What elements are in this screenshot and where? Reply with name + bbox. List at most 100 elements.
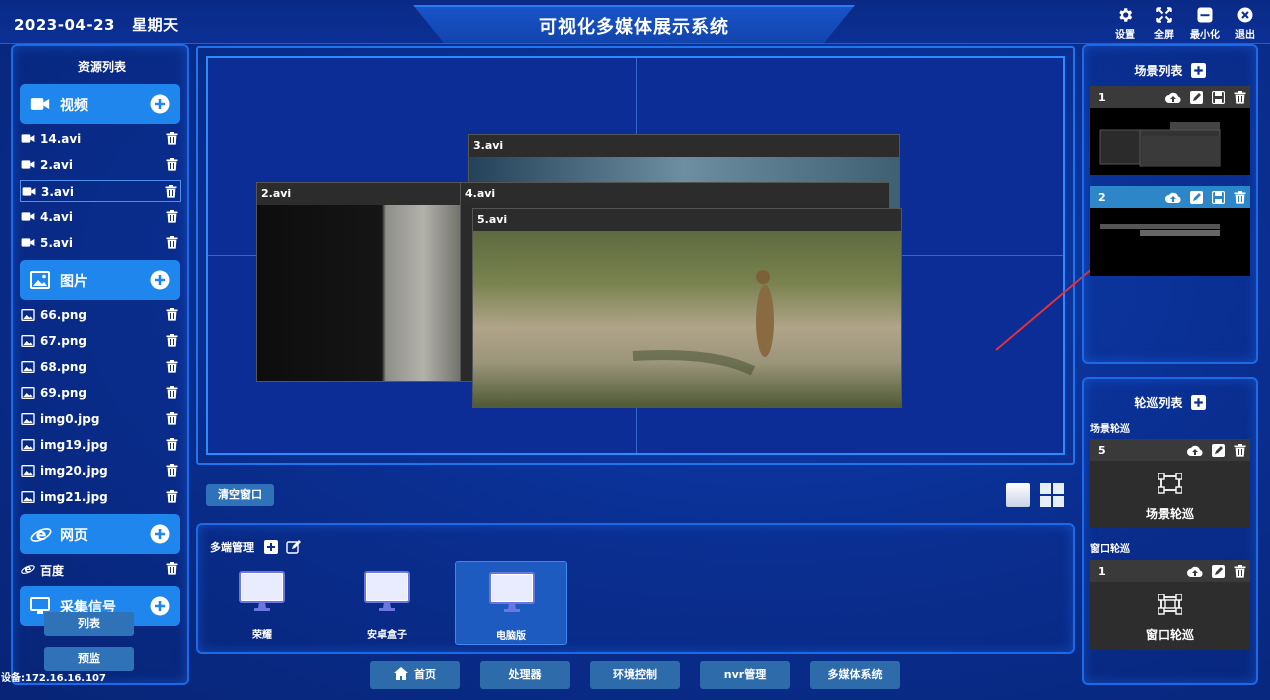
add-terminal-icon[interactable] xyxy=(263,540,278,554)
list-button[interactable]: 列表 xyxy=(44,612,134,636)
delete-icon[interactable] xyxy=(166,334,178,347)
resource-item[interactable]: 69.png xyxy=(20,382,181,404)
nav-processor[interactable]: 处理器 xyxy=(480,661,570,689)
nav-environment[interactable]: 环境控制 xyxy=(590,661,680,689)
resource-item[interactable]: 14.avi xyxy=(20,128,181,150)
resource-item[interactable]: 66.png xyxy=(20,304,181,326)
add-capture-icon[interactable] xyxy=(150,596,170,616)
fullscreen-button[interactable]: 全屏 xyxy=(1144,4,1184,44)
ie-browser-icon: e xyxy=(30,525,52,544)
add-web-icon[interactable] xyxy=(150,524,170,544)
category-image[interactable]: 图片 xyxy=(20,260,180,300)
resource-item[interactable]: img21.jpg xyxy=(20,486,181,508)
layout-single-button[interactable] xyxy=(1006,483,1030,507)
terminal-android-box[interactable]: 安卓盒子 xyxy=(331,561,443,645)
delete-icon[interactable] xyxy=(166,236,178,249)
header-bar: 2023-04-23 星期天 可视化多媒体展示系统 设置 全屏 最小化 退出 xyxy=(0,0,1270,44)
delete-icon[interactable] xyxy=(1234,91,1246,104)
edit-icon[interactable] xyxy=(1189,91,1203,104)
delete-icon[interactable] xyxy=(166,438,178,451)
delete-icon[interactable] xyxy=(1234,444,1246,457)
delete-icon[interactable] xyxy=(166,562,178,575)
scene-card-2[interactable]: 2 xyxy=(1090,186,1250,276)
multi-terminal-panel: 多端管理 荣耀 安卓盒子 电脑版 xyxy=(196,523,1075,654)
delete-icon[interactable] xyxy=(166,412,178,425)
terminal-label: 荣耀 xyxy=(252,630,272,641)
category-web[interactable]: e 网页 xyxy=(20,514,180,554)
resource-item-selected[interactable]: 3.avi xyxy=(20,180,181,202)
save-icon[interactable] xyxy=(1211,91,1225,104)
delete-icon[interactable] xyxy=(166,132,178,145)
edit-icon[interactable] xyxy=(1211,565,1225,578)
tour-list-header: 轮巡列表 xyxy=(1084,394,1256,411)
scene-tour-icon xyxy=(1158,473,1182,494)
edit-icon[interactable] xyxy=(1211,444,1225,457)
delete-icon[interactable] xyxy=(166,360,178,373)
ie-browser-icon: e xyxy=(21,565,35,576)
resource-item[interactable]: 2.avi xyxy=(20,154,181,176)
title-banner: 可视化多媒体展示系统 xyxy=(413,5,855,43)
layout-quad-button[interactable] xyxy=(1040,483,1064,507)
terminal-honor[interactable]: 荣耀 xyxy=(206,561,318,645)
video-window-2[interactable]: 2.avi xyxy=(256,182,466,382)
nav-nvr[interactable]: nvr管理 xyxy=(700,661,790,689)
scene-tour-card[interactable]: 5 场景轮巡 xyxy=(1090,439,1250,528)
terminal-pc[interactable]: 电脑版 xyxy=(455,561,567,645)
resource-item[interactable]: 68.png xyxy=(20,356,181,378)
delete-icon[interactable] xyxy=(166,158,178,171)
device-ip: 设备:172.16.16.107 xyxy=(1,673,106,684)
minimize-button[interactable]: 最小化 xyxy=(1185,4,1225,44)
delete-icon[interactable] xyxy=(166,210,178,223)
cloud-upload-icon[interactable] xyxy=(1186,444,1203,457)
category-video[interactable]: 视频 xyxy=(20,84,180,124)
cloud-upload-icon[interactable] xyxy=(1164,191,1181,204)
display-canvas[interactable]: 3.avi 2.avi 4.avi 5.avi xyxy=(206,56,1065,455)
delete-icon[interactable] xyxy=(1234,191,1246,204)
settings-button[interactable]: 设置 xyxy=(1105,4,1145,44)
resource-item[interactable]: 5.avi xyxy=(20,232,181,254)
image-file-icon xyxy=(21,361,35,373)
monitor-icon xyxy=(364,571,410,611)
resource-list[interactable]: 视频 14.avi 2.avi 3.avi 4.avi 5.avi 图片 66.… xyxy=(13,84,191,648)
save-icon[interactable] xyxy=(1211,191,1225,204)
add-tour-icon[interactable] xyxy=(1190,395,1206,410)
clear-windows-button[interactable]: 清空窗口 xyxy=(206,484,274,506)
video-file-icon xyxy=(21,212,35,221)
delete-icon[interactable] xyxy=(166,490,178,503)
video-window-5[interactable]: 5.avi xyxy=(472,208,902,408)
window-tour-label: 窗口轮巡 xyxy=(1145,628,1194,642)
exit-button[interactable]: 退出 xyxy=(1225,4,1265,44)
cloud-upload-icon[interactable] xyxy=(1186,565,1203,578)
add-image-icon[interactable] xyxy=(150,270,170,290)
tour-card-header: 5 xyxy=(1090,439,1250,461)
delete-icon[interactable] xyxy=(1234,565,1246,578)
delete-icon[interactable] xyxy=(166,464,178,477)
add-video-icon[interactable] xyxy=(150,94,170,114)
delete-icon[interactable] xyxy=(166,386,178,399)
tour-tools xyxy=(1183,442,1246,461)
resource-item[interactable]: img0.jpg xyxy=(20,408,181,430)
resource-item[interactable]: 67.png xyxy=(20,330,181,352)
scene-preview-2 xyxy=(1090,208,1250,276)
preview-button[interactable]: 预监 xyxy=(44,647,134,671)
delete-icon[interactable] xyxy=(165,185,177,198)
resource-item[interactable]: img20.jpg xyxy=(20,460,181,482)
cloud-upload-icon[interactable] xyxy=(1164,91,1181,104)
delete-icon[interactable] xyxy=(166,308,178,321)
edit-terminal-icon[interactable] xyxy=(285,540,301,554)
svg-text:e: e xyxy=(25,565,32,576)
resource-item-label: 2.avi xyxy=(40,158,73,172)
nav-home[interactable]: 首页 xyxy=(370,661,460,689)
add-scene-icon[interactable] xyxy=(1190,63,1206,78)
edit-icon[interactable] xyxy=(1189,191,1203,204)
scene-card-1[interactable]: 1 xyxy=(1090,86,1250,175)
resource-item[interactable]: img19.jpg xyxy=(20,434,181,456)
nav-multimedia[interactable]: 多媒体系统 xyxy=(810,661,900,689)
nav-home-label: 首页 xyxy=(414,668,436,681)
image-file-icon xyxy=(21,335,35,347)
window-tour-card[interactable]: 1 窗口轮巡 xyxy=(1090,560,1250,650)
video-frame-meerkat xyxy=(473,231,901,407)
resource-item[interactable]: e 百度 xyxy=(20,558,181,580)
resource-item[interactable]: 4.avi xyxy=(20,206,181,228)
scene-list-header: 场景列表 xyxy=(1084,62,1256,79)
